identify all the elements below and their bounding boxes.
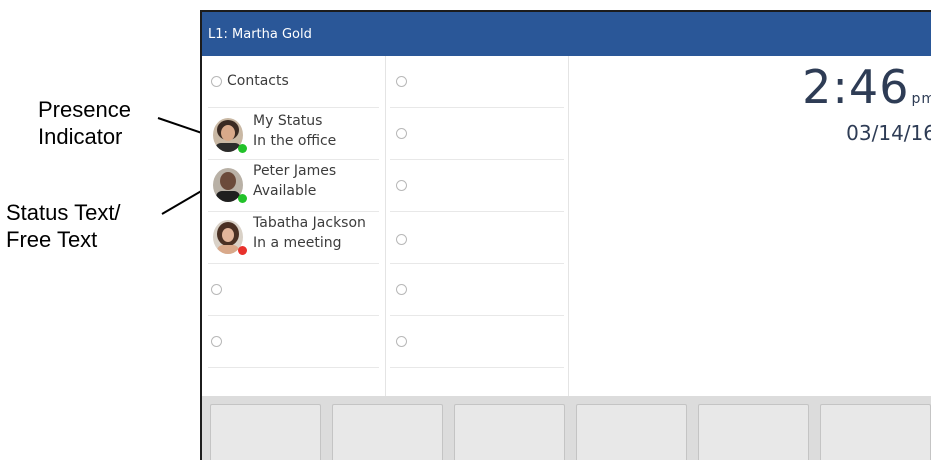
line-key-empty[interactable] xyxy=(208,264,379,316)
presence-indicator-icon xyxy=(238,194,247,203)
softkey-2[interactable] xyxy=(332,404,443,460)
radio-icon xyxy=(396,234,407,245)
radio-icon xyxy=(211,336,222,347)
phone-screen: L1: Martha Gold Contacts My Status In th… xyxy=(200,10,931,460)
contacts-label: Contacts xyxy=(227,73,289,89)
time-ampm: pm xyxy=(911,91,931,107)
softkey-4[interactable] xyxy=(576,404,687,460)
contact-name: Peter James xyxy=(253,163,337,179)
line-key-empty[interactable] xyxy=(390,108,564,160)
radio-icon xyxy=(396,336,407,347)
contact-name: My Status xyxy=(253,113,323,129)
status-text: In a meeting xyxy=(253,235,342,251)
line-key-peter-james[interactable]: Peter James Available xyxy=(208,160,379,212)
contacts-key[interactable]: Contacts xyxy=(208,56,379,108)
clock-date: 03/14/16 xyxy=(846,121,931,145)
softkey-5[interactable] xyxy=(698,404,809,460)
line-key-my-status[interactable]: My Status In the office xyxy=(208,108,379,160)
radio-icon xyxy=(211,284,222,295)
presence-indicator-icon xyxy=(238,246,247,255)
time-value: 2:46 xyxy=(802,60,910,114)
softkey-1[interactable] xyxy=(210,404,321,460)
title-bar: L1: Martha Gold xyxy=(202,12,931,56)
radio-icon xyxy=(396,284,407,295)
softkey-bar xyxy=(202,396,931,460)
line-key-empty[interactable] xyxy=(208,316,379,368)
radio-icon xyxy=(396,76,407,87)
line-key-column-1: Contacts My Status In the office Peter J… xyxy=(202,56,386,406)
line-key-empty[interactable] xyxy=(390,264,564,316)
radio-icon xyxy=(396,128,407,139)
line-key-empty[interactable] xyxy=(390,56,564,108)
clock-display: 2:46pm 03/14/16 xyxy=(802,62,931,144)
contact-name: Tabatha Jackson xyxy=(253,215,366,231)
line-key-tabatha-jackson[interactable]: Tabatha Jackson In a meeting xyxy=(208,212,379,264)
status-text: In the office xyxy=(253,133,337,149)
radio-icon xyxy=(211,76,222,87)
line-title: L1: Martha Gold xyxy=(208,26,312,42)
clock-time: 2:46pm xyxy=(802,62,931,124)
presence-indicator-icon xyxy=(238,144,247,153)
line-key-empty[interactable] xyxy=(390,316,564,368)
line-key-empty[interactable] xyxy=(390,212,564,264)
line-key-empty[interactable] xyxy=(390,160,564,212)
softkey-3[interactable] xyxy=(454,404,565,460)
line-key-column-2 xyxy=(386,56,569,406)
softkey-6[interactable] xyxy=(820,404,931,460)
status-text: Available xyxy=(253,183,317,199)
radio-icon xyxy=(396,180,407,191)
